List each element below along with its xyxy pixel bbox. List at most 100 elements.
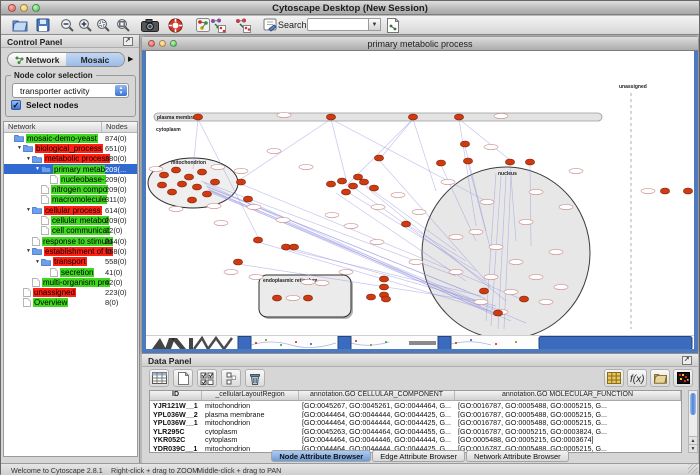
search-input[interactable] <box>307 18 369 31</box>
tab-network-attribute-browser[interactable]: Network Attribute Browser <box>466 450 569 462</box>
network-node[interactable] <box>184 174 193 180</box>
zoom-out-icon[interactable] <box>58 17 76 33</box>
tree-row[interactable]: macromolecule311(0) <box>4 195 137 205</box>
tree-row[interactable]: secretion41(0) <box>4 267 137 277</box>
network-node[interactable] <box>463 158 472 164</box>
import-network-icon[interactable] <box>384 17 402 33</box>
expand-triangle-icon[interactable]: ▼ <box>25 248 32 254</box>
zoom-in-icon[interactable] <box>76 17 94 33</box>
network-node[interactable] <box>460 141 469 147</box>
snapshot-icon[interactable] <box>141 17 159 33</box>
network-node[interactable] <box>192 184 201 190</box>
tree-row[interactable]: ▼metabolic process280(0) <box>4 154 137 164</box>
network-node[interactable] <box>159 172 168 178</box>
network-node[interactable] <box>519 296 528 302</box>
tab-network[interactable]: Network <box>8 53 66 66</box>
zoom-fit-icon[interactable] <box>114 17 132 33</box>
delete-attribute-icon[interactable] <box>245 369 265 387</box>
network-node[interactable] <box>505 159 514 165</box>
column-header[interactable]: ID <box>150 391 202 400</box>
network-node[interactable] <box>177 181 186 187</box>
tree-row[interactable]: ▼establishment of lo558(0) <box>4 246 137 256</box>
table-row[interactable]: YLR295Ccytoplasm[GO:0045263, GO:0044464,… <box>150 427 681 436</box>
expand-triangle-icon[interactable]: ▼ <box>34 166 41 172</box>
select-nodes-checkbox[interactable]: ✓ <box>11 100 21 110</box>
column-header[interactable]: annotation.GO MOLECULAR_FUNCTION <box>455 391 681 400</box>
network-node[interactable] <box>401 221 410 227</box>
network-node[interactable] <box>303 295 312 301</box>
network-node[interactable] <box>167 189 176 195</box>
table-row[interactable]: YKR052Ccytoplasm[GO:0044464, GO:0044446,… <box>150 435 681 444</box>
network-node[interactable] <box>379 276 388 282</box>
network-node[interactable] <box>253 237 262 243</box>
float-data-panel-icon[interactable] <box>682 356 692 365</box>
tree-row[interactable]: unassigned223(0) <box>4 287 137 297</box>
tree-row[interactable]: ▼primary metabo209(... <box>4 164 137 174</box>
network-node[interactable] <box>379 284 388 290</box>
zoom-selected-icon[interactable] <box>94 17 112 33</box>
network-node[interactable] <box>479 288 488 294</box>
attribute-select[interactable]: transporter activity ▲▼ <box>12 83 129 98</box>
table-row[interactable]: YPL036W__2plasma membrane[GO:0044464, GO… <box>150 410 681 419</box>
tree-row[interactable]: ▼biological_process651(0) <box>4 143 137 153</box>
overlay-network-icon[interactable] <box>234 17 252 33</box>
tab-overflow-icon[interactable]: ▶ <box>128 55 133 63</box>
network-canvas[interactable]: plasma membranecytoplasmnucleusmitochond… <box>146 51 694 335</box>
tree-row[interactable]: cell communicat22(0) <box>4 226 137 236</box>
network-node[interactable] <box>243 196 252 202</box>
network-node[interactable] <box>353 174 362 180</box>
network-node[interactable] <box>326 181 335 187</box>
tree-row[interactable]: mosaic-demo-yeast874(0) <box>4 133 137 143</box>
network-node[interactable] <box>157 182 166 188</box>
save-session-icon[interactable] <box>34 17 52 33</box>
matrix-icon[interactable] <box>604 369 624 387</box>
network-node[interactable] <box>233 259 242 265</box>
attribute-grid-icon[interactable] <box>149 369 169 387</box>
network-node[interactable] <box>374 155 383 161</box>
tree-row[interactable]: nucleobase-209(0) <box>4 174 137 184</box>
network-node[interactable] <box>289 244 298 250</box>
search-dropdown-icon[interactable]: ▼ <box>369 18 381 31</box>
network-node[interactable] <box>272 295 281 301</box>
expand-triangle-icon[interactable]: ▼ <box>25 207 32 213</box>
heatmap-icon[interactable] <box>673 369 693 387</box>
tree-col-network[interactable]: Network <box>4 122 102 132</box>
tree-row[interactable]: ▼transport558(0) <box>4 257 137 267</box>
network-node[interactable] <box>341 189 350 195</box>
tree-row[interactable]: ▼cellular process614(0) <box>4 205 137 215</box>
help-icon[interactable] <box>166 17 184 33</box>
tab-mosaic[interactable]: Mosaic <box>66 53 124 66</box>
annotation-icon[interactable] <box>261 17 279 33</box>
open-session-icon[interactable] <box>11 17 29 33</box>
tree-row[interactable]: cellular metabol209(0) <box>4 215 137 225</box>
tree-row[interactable]: response to stimulu264(0) <box>4 236 137 246</box>
tree-row[interactable]: multi-organism pro42(0) <box>4 277 137 287</box>
network-node[interactable] <box>197 169 206 175</box>
tree-row[interactable]: Overview8(0) <box>4 298 137 308</box>
scrollbar-thumb[interactable] <box>690 393 696 415</box>
network-node[interactable] <box>493 310 502 316</box>
column-header[interactable]: annotation.GO CELLULAR_COMPONENT <box>299 391 455 400</box>
function-builder-icon[interactable]: f(x) <box>627 369 647 387</box>
table-row[interactable]: YJR121W__1mitochondrion[GO:0045267, GO:0… <box>150 401 681 410</box>
expand-triangle-icon[interactable]: ▼ <box>16 145 23 151</box>
network-node[interactable] <box>193 114 202 120</box>
float-panel-icon[interactable] <box>123 37 133 46</box>
tab-node-attribute-browser[interactable]: Node Attribute Browser <box>271 450 371 462</box>
table-scrollbar[interactable]: ▲ ▼ <box>688 390 698 453</box>
network-node[interactable] <box>202 191 211 197</box>
scroll-up-icon[interactable]: ▲ <box>689 436 697 444</box>
network-node[interactable] <box>326 114 335 120</box>
network-node[interactable] <box>366 294 375 300</box>
tree-row[interactable]: nitrogen compo209(0) <box>4 184 137 194</box>
network-node[interactable] <box>381 296 390 302</box>
select-attributes-icon[interactable] <box>197 369 217 387</box>
attribute-table[interactable]: ID_cellularLayoutRegionannotation.GO CEL… <box>149 390 682 453</box>
network-node[interactable] <box>436 160 445 166</box>
network-node[interactable] <box>525 159 534 165</box>
unselect-attributes-icon[interactable] <box>221 369 241 387</box>
network-node[interactable] <box>187 197 196 203</box>
network-node[interactable] <box>236 179 245 185</box>
resize-grip[interactable] <box>688 464 698 474</box>
expand-triangle-icon[interactable]: ▼ <box>25 156 32 162</box>
